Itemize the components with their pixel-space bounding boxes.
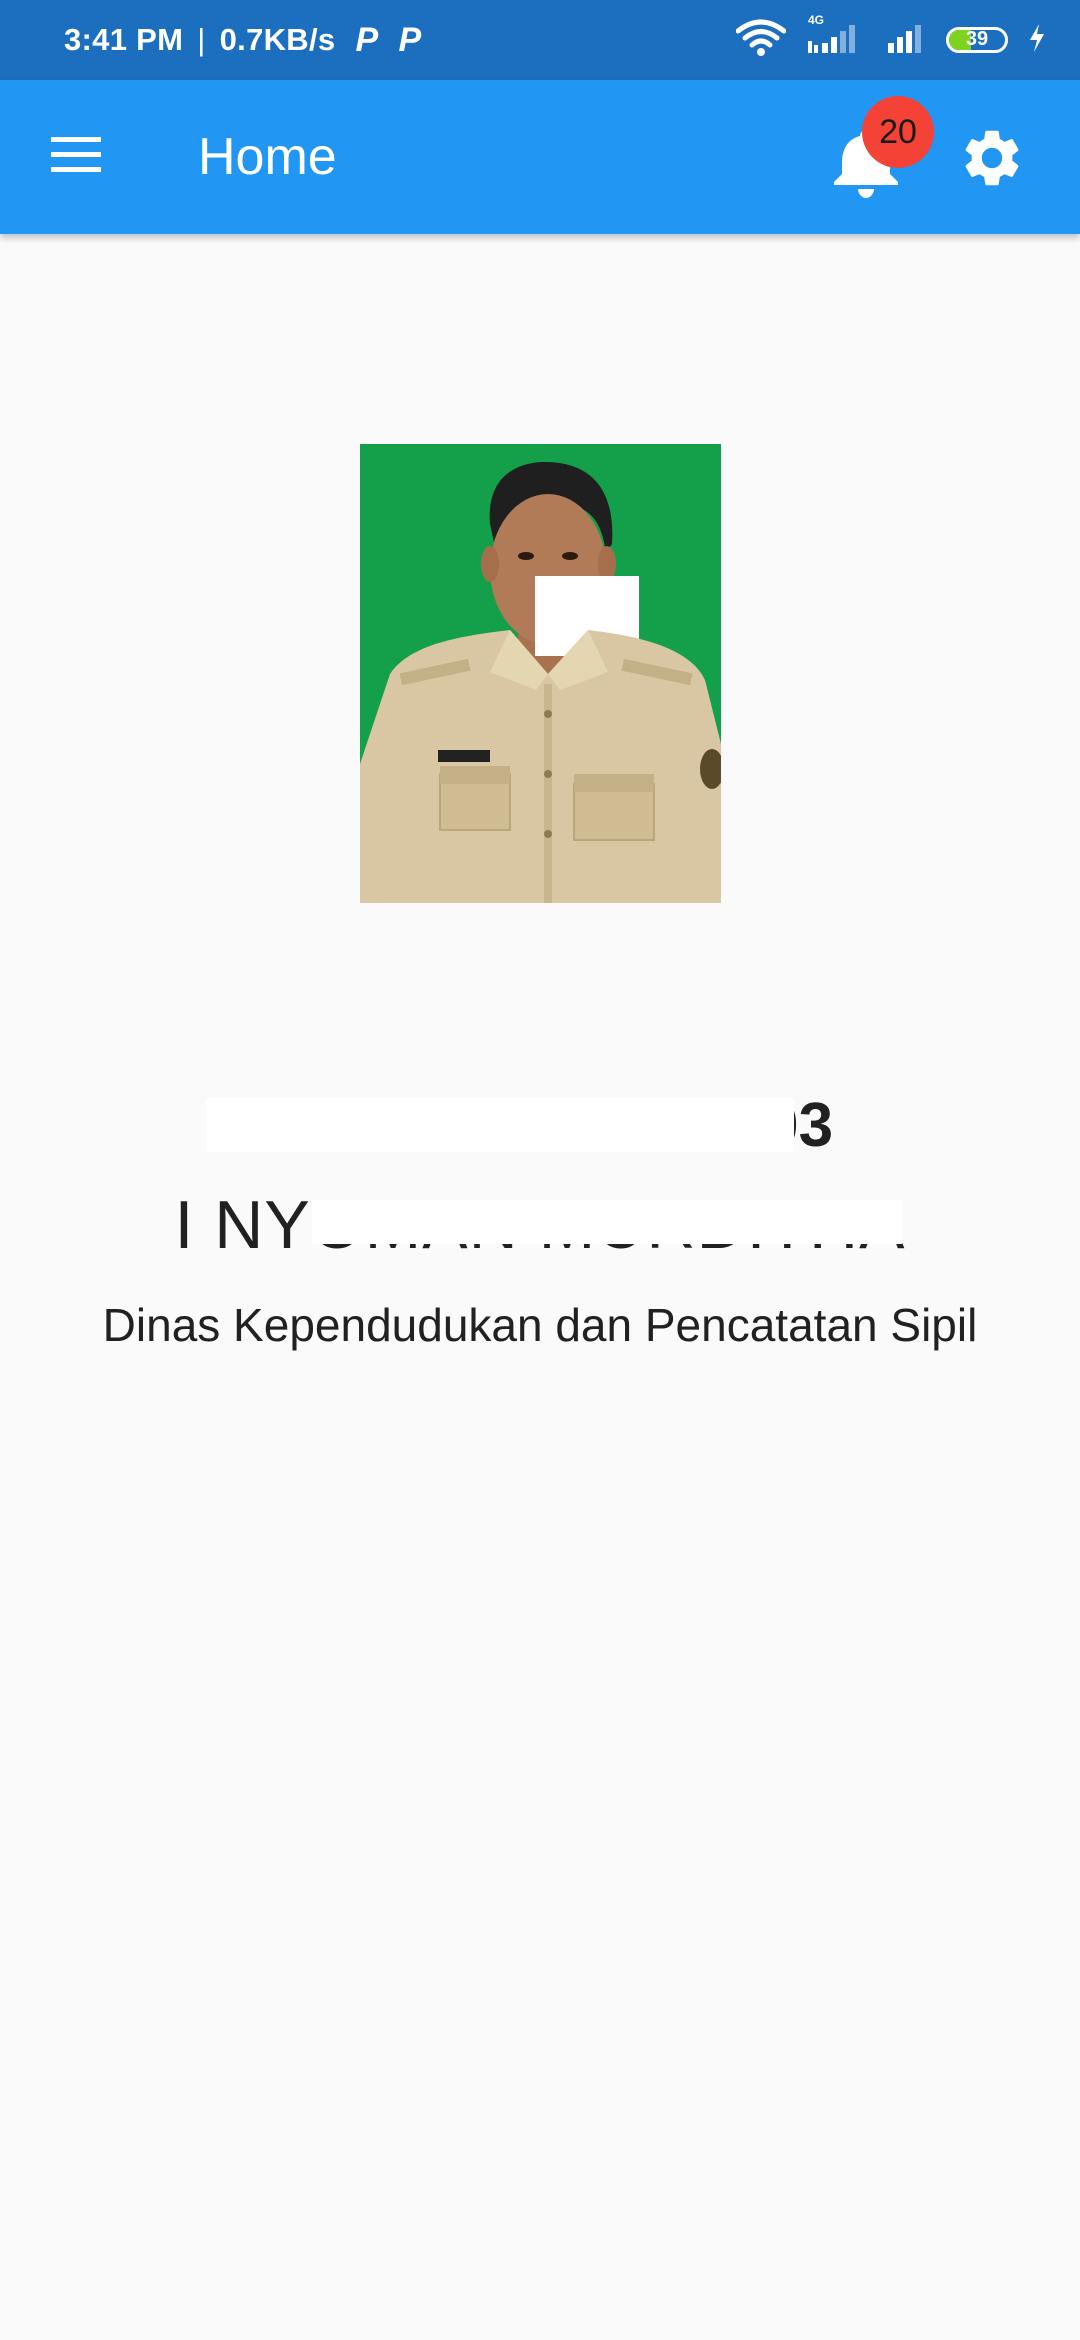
status-bar: 3:41 PM | 0.7KB/s P P 4G 39 [0,0,1080,80]
settings-button[interactable] [958,124,1026,192]
employee-id-redaction [206,1098,794,1152]
menu-icon [49,135,103,180]
charging-icon [1028,23,1046,58]
status-speed: 0.7KB/s [219,22,336,57]
agency-name: Dinas Kependudukan dan Pencatatan Sipil [102,1299,978,1351]
page-title: Home [198,128,337,186]
status-right: 4G 39 [735,0,1046,80]
menu-button[interactable] [44,125,108,189]
network-type-label: 4G [808,12,825,27]
status-time: 3:41 PM [64,22,184,57]
battery-percent: 39 [965,28,989,50]
status-left: 3:41 PM | 0.7KB/s P P [64,0,421,80]
battery-icon: 39 [946,27,1008,53]
employee-name-redaction [312,1200,902,1244]
profile-photo [360,444,721,903]
signal-4g-icon: 4G [806,13,866,60]
wifi-icon [735,19,787,62]
parking-app-icon-2: P [398,20,422,59]
parking-app-icon: P [355,20,379,59]
signal-icon [886,21,926,60]
bell-icon [826,130,906,206]
gear-icon [958,130,1026,196]
status-separator: | [197,22,206,57]
notification-count-badge: 20 [862,96,934,168]
